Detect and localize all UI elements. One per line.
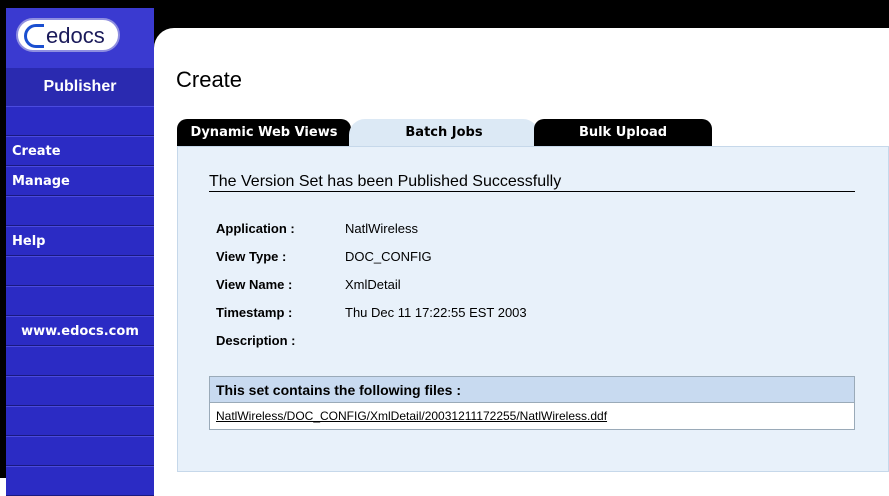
logo-text: edocs (46, 23, 105, 48)
application-label: Application : (216, 221, 295, 236)
logo-area: edocs (6, 8, 154, 68)
sidebar-item-label: Help (12, 234, 46, 249)
view-type-label: View Type : (216, 249, 287, 264)
sidebar-spacer (6, 436, 154, 466)
view-type-value: DOC_CONFIG (345, 249, 432, 264)
sidebar-item-manage[interactable]: Manage (6, 166, 154, 196)
top-bar-curve-inner (154, 28, 194, 68)
tab-dynamic-web-views[interactable]: Dynamic Web Views (177, 119, 351, 147)
sidebar-spacer (6, 286, 154, 316)
sidebar-spacer (6, 466, 154, 496)
top-bar (154, 8, 889, 28)
description-label: Description : (216, 333, 296, 348)
sidebar-spacer (6, 256, 154, 286)
sidebar-spacer (6, 406, 154, 436)
files-box: This set contains the following files : … (209, 376, 855, 430)
heading-divider (209, 191, 855, 192)
product-name: Publisher (6, 68, 154, 106)
sidebar: edocs Publisher Create Manage Help www.e… (6, 8, 154, 496)
files-header: This set contains the following files : (210, 377, 854, 403)
sidebar-spacer (6, 106, 154, 136)
file-link[interactable]: NatlWireless/DOC_CONFIG/XmlDetail/200312… (216, 409, 607, 423)
sidebar-item-label: Manage (12, 174, 70, 189)
sidebar-item-label: www.edocs.com (21, 324, 139, 339)
tab-batch-jobs[interactable]: Batch Jobs (349, 119, 539, 147)
success-heading: The Version Set has been Published Succe… (209, 173, 562, 190)
sidebar-item-label: Create (12, 144, 61, 159)
edocs-logo[interactable]: edocs (16, 18, 120, 52)
application-value: NatlWireless (345, 221, 418, 236)
sidebar-spacer (6, 376, 154, 406)
top-frame (0, 0, 889, 8)
sidebar-item-create[interactable]: Create (6, 136, 154, 166)
timestamp-label: Timestamp : (216, 305, 293, 320)
logo-swoosh-icon (24, 24, 44, 48)
tab-bulk-upload[interactable]: Bulk Upload (534, 119, 712, 147)
page-title: Create (176, 67, 243, 92)
sidebar-spacer (6, 346, 154, 376)
timestamp-value: Thu Dec 11 17:22:55 EST 2003 (345, 305, 527, 320)
sidebar-spacer (6, 196, 154, 226)
view-name-label: View Name : (216, 277, 293, 292)
sidebar-item-help[interactable]: Help (6, 226, 154, 256)
sidebar-item-website[interactable]: www.edocs.com (6, 316, 154, 346)
view-name-value: XmlDetail (345, 277, 401, 292)
